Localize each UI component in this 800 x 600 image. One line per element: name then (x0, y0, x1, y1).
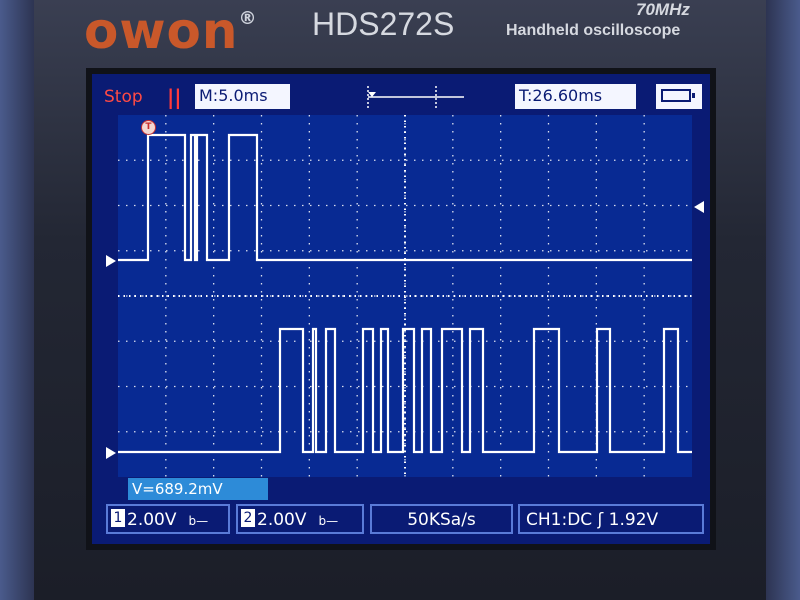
sample-rate: 50KSa/s (407, 510, 476, 530)
battery-icon (661, 89, 695, 102)
trigger-position-indicator (360, 82, 470, 112)
device-subtitle: Handheld oscilloscope (506, 22, 681, 39)
battery-indicator (656, 84, 702, 109)
trigger-level-marker[interactable] (694, 201, 704, 213)
ch1-badge: 1 (111, 509, 125, 527)
ch2-scale-box[interactable]: 2 2.00V b— (236, 504, 364, 534)
ch2-ground-marker[interactable] (106, 447, 116, 459)
pause-icon: || (167, 85, 182, 109)
run-state-label[interactable]: Stop (104, 84, 162, 110)
brand-logo: owon® (84, 2, 258, 60)
trigger-time-readout[interactable]: T:26.60ms (515, 84, 636, 109)
ch2-coupling-icon: b— (318, 514, 339, 528)
ch1-ground-marker[interactable] (106, 255, 116, 267)
ch1-scale-box[interactable]: 1 2.00V b— (106, 504, 230, 534)
sample-rate-box[interactable]: 50KSa/s (370, 504, 513, 534)
ch1-scale: 2.00V (127, 510, 177, 530)
trigger-info-box[interactable]: CH1:DC ʃ 1.92V (518, 504, 704, 534)
device-side-right (766, 0, 800, 600)
bandwidth-label: 70MHz (636, 0, 690, 19)
trigger-position-bar (367, 86, 464, 108)
ch2-scale: 2.00V (257, 510, 307, 530)
ch2-badge: 2 (241, 509, 255, 527)
device-side-left (0, 0, 34, 600)
timebase-readout[interactable]: M:5.0ms (195, 84, 290, 109)
model-name: HDS272S (312, 6, 455, 42)
waveform-display (118, 115, 692, 477)
trigger-point-marker: T (141, 120, 156, 135)
trigger-info: CH1:DC ʃ 1.92V (526, 510, 659, 530)
cursor-voltage-readout: V=689.2mV (128, 478, 268, 500)
ch1-coupling-icon: b— (188, 514, 209, 528)
waveform-svg (118, 115, 692, 477)
